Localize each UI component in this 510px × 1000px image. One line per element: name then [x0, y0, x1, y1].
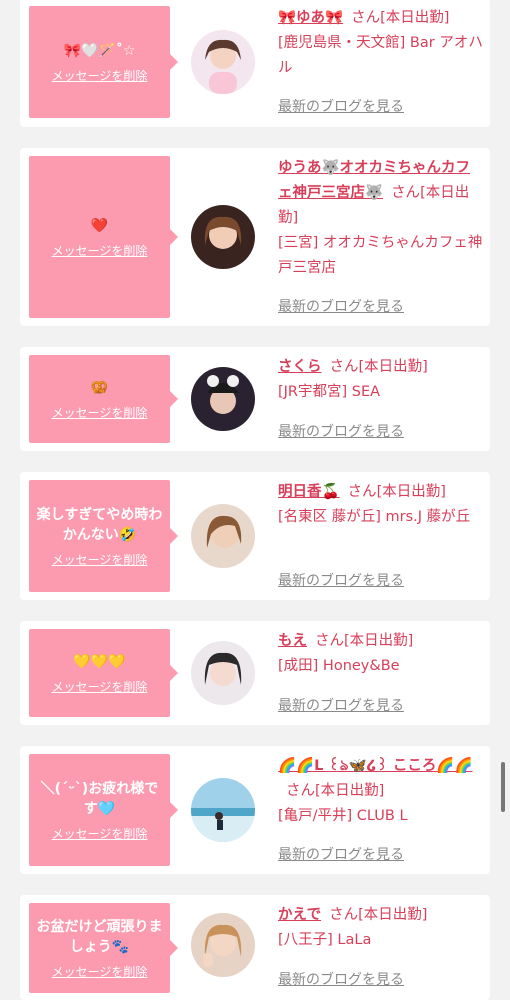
scrollbar[interactable] — [501, 762, 505, 812]
message-text: 💛💛💛 — [73, 653, 126, 670]
shop-area: [八王子] LaLa — [278, 932, 372, 948]
message-text: お盆だけど頑張りましょう🐾 — [36, 918, 163, 955]
message-text: 楽しすぎてやめ時わかんない🤣 — [36, 506, 163, 543]
profile-name-link[interactable]: もえ — [278, 633, 307, 649]
honorific: さん — [329, 359, 359, 375]
status-text: [本日出勤] — [376, 484, 446, 500]
shop-area: [三宮] オオカミちゃんカフェ神戸三宮店 — [278, 235, 483, 276]
status-text: [本日出勤] — [358, 359, 428, 375]
avatar[interactable] — [191, 778, 255, 842]
profile-name-link[interactable]: さくら — [278, 359, 322, 375]
message-list: 🎀🤍🪄˚☆ メッセージを削除 🎀ゆあ🎀 さん[本日出勤] [鹿児島県・天文館] B… — [0, 0, 510, 1000]
profile-name-link[interactable]: 🌈🌈L ꒰ঌ🦋໒꒱ こころ🌈🌈 — [278, 758, 473, 774]
blog-link[interactable]: 最新のブログを見る — [278, 421, 404, 441]
avatar[interactable] — [191, 30, 255, 94]
message-bubble: ❤️ メッセージを削除 — [29, 156, 178, 318]
blog-link[interactable]: 最新のブログを見る — [278, 969, 404, 989]
delete-message-link[interactable]: メッセージを削除 — [52, 963, 148, 980]
avatar[interactable] — [191, 913, 255, 977]
profile-info: もえ さん[本日出勤] [成田] Honey&Be — [278, 629, 484, 679]
honorific: さん — [351, 10, 381, 26]
delete-message-link[interactable]: メッセージを削除 — [52, 242, 148, 259]
blog-link[interactable]: 最新のブログを見る — [278, 96, 404, 116]
avatar[interactable] — [191, 504, 255, 568]
profile-info: ゆうあ🐺オオカミちゃんカフェ神戸三宮店🐺 さん[本日出勤] [三宮] オオカミちゃ… — [278, 156, 484, 281]
status-text: [本日出勤] — [344, 633, 414, 649]
message-card: お盆だけど頑張りましょう🐾 メッセージを削除 かえで さん[本日出勤] [八王子]… — [20, 895, 490, 1000]
message-bubble: ＼(ˊᵕˋ)お疲れ様です🩵 メッセージを削除 — [29, 754, 178, 866]
message-card: 💛💛💛 メッセージを削除 もえ さん[本日出勤] [成田] Honey&Be 最新… — [20, 621, 490, 725]
shop-area: [成田] Honey&Be — [278, 658, 400, 674]
honorific: さん — [329, 907, 359, 923]
status-text: [本日出勤] — [315, 783, 385, 799]
avatar[interactable] — [191, 641, 255, 705]
profile-name-link[interactable]: 明日香🍒 — [278, 484, 340, 500]
honorific: さん — [347, 484, 377, 500]
blog-link[interactable]: 最新のブログを見る — [278, 570, 404, 590]
message-card: 🎀🤍🪄˚☆ メッセージを削除 🎀ゆあ🎀 さん[本日出勤] [鹿児島県・天文館] B… — [20, 0, 490, 127]
delete-message-link[interactable]: メッセージを削除 — [52, 551, 148, 568]
message-bubble: 楽しすぎてやめ時わかんない🤣 メッセージを削除 — [29, 480, 178, 592]
profile-info: 🎀ゆあ🎀 さん[本日出勤] [鹿児島県・天文館] Bar アオハル — [278, 6, 484, 81]
avatar[interactable] — [191, 367, 255, 431]
blog-link[interactable]: 最新のブログを見る — [278, 296, 404, 316]
shop-area: [JR宇都宮] SEA — [278, 384, 381, 400]
status-text: [本日出勤] — [380, 10, 450, 26]
profile-info: さくら さん[本日出勤] [JR宇都宮] SEA — [278, 355, 484, 405]
message-card: 楽しすぎてやめ時わかんない🤣 メッセージを削除 明日香🍒 さん[本日出勤] [名東… — [20, 472, 490, 600]
honorific: さん — [315, 633, 344, 649]
shop-area: [鹿児島県・天文館] Bar アオハル — [278, 35, 483, 76]
message-text: 🥨 — [90, 379, 109, 396]
avatar[interactable] — [191, 205, 255, 269]
message-card: 🥨 メッセージを削除 さくら さん[本日出勤] [JR宇都宮] SEA 最新のブロ… — [20, 347, 490, 451]
delete-message-link[interactable]: メッセージを削除 — [52, 678, 148, 695]
profile-info: 明日香🍒 さん[本日出勤] [名東区 藤が丘] mrs.J 藤が丘 — [278, 480, 484, 530]
honorific: さん — [286, 783, 315, 799]
status-text: [本日出勤] — [358, 907, 428, 923]
message-bubble: 🎀🤍🪄˚☆ メッセージを削除 — [29, 6, 178, 118]
delete-message-link[interactable]: メッセージを削除 — [52, 67, 148, 84]
blog-link[interactable]: 最新のブログを見る — [278, 844, 404, 864]
message-card: ＼(ˊᵕˋ)お疲れ様です🩵 メッセージを削除 🌈🌈L ꒰ঌ🦋໒꒱ こころ🌈🌈 さん… — [20, 746, 490, 874]
delete-message-link[interactable]: メッセージを削除 — [52, 825, 148, 842]
message-bubble: 💛💛💛 メッセージを削除 — [29, 629, 178, 717]
message-card: ❤️ メッセージを削除 ゆうあ🐺オオカミちゃんカフェ神戸三宮店🐺 さん[本日出勤]… — [20, 148, 490, 326]
message-bubble: 🥨 メッセージを削除 — [29, 355, 178, 443]
shop-area: [名東区 藤が丘] mrs.J 藤が丘 — [278, 509, 471, 525]
message-text: ＼(ˊᵕˋ)お疲れ様です🩵 — [40, 780, 159, 817]
profile-info: 🌈🌈L ꒰ঌ🦋໒꒱ こころ🌈🌈 さん[本日出勤] [亀戸/平井] CLUB L — [278, 754, 484, 829]
message-text: ❤️ — [90, 217, 109, 234]
message-text: 🎀🤍🪄˚☆ — [63, 42, 136, 59]
shop-area: [亀戸/平井] CLUB L — [278, 808, 408, 824]
profile-name-link[interactable]: 🎀ゆあ🎀 — [278, 10, 343, 26]
profile-name-link[interactable]: かえで — [278, 907, 321, 923]
blog-link[interactable]: 最新のブログを見る — [278, 695, 404, 715]
message-bubble: お盆だけど頑張りましょう🐾 メッセージを削除 — [29, 903, 178, 993]
delete-message-link[interactable]: メッセージを削除 — [52, 404, 148, 421]
honorific: さん — [391, 185, 421, 201]
profile-info: かえで さん[本日出勤] [八王子] LaLa — [278, 903, 484, 953]
